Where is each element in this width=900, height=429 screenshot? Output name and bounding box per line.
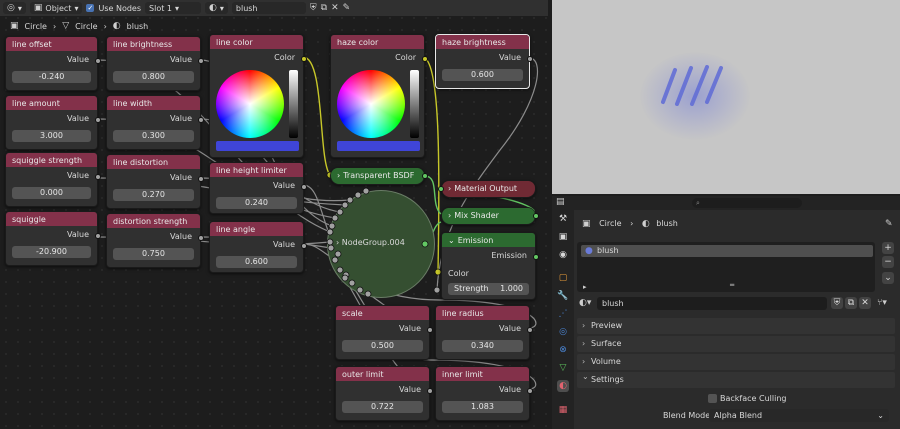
- pin-icon[interactable]: ✎: [885, 219, 893, 229]
- emission-node[interactable]: ⌄ Emission Emission Color Strength 1.000: [441, 232, 539, 300]
- transparent-bsdf-node[interactable]: › Transparent BSDF: [330, 167, 428, 185]
- inner-limit-value[interactable]: 1.083: [442, 401, 523, 413]
- node-editor[interactable]: ◎ ▾ ▣ Object ▾ ✓ Use Nodes Slot 1 ▾ ◐ ▾ blush…: [0, 0, 548, 429]
- material-browse-icon[interactable]: ◐▾: [579, 298, 591, 308]
- properties-breadcrumb: ▣ Circle › ◐ blush: [582, 219, 678, 229]
- tool-tab-icon[interactable]: ⚒: [557, 213, 569, 225]
- blend-mode-label: Blend Mode: [663, 411, 711, 420]
- remove-slot-button[interactable]: −: [882, 256, 894, 268]
- expand-arrow-icon[interactable]: ▸: [583, 283, 587, 291]
- settings-section[interactable]: Settings: [577, 369, 895, 388]
- properties-search[interactable]: ⌕: [692, 198, 802, 208]
- render-tab-icon[interactable]: ▣: [557, 231, 569, 243]
- shader-output-socket[interactable]: [533, 213, 539, 219]
- outer-limit-value[interactable]: 0.722: [342, 401, 423, 413]
- volume-section[interactable]: Volume: [577, 354, 895, 370]
- line-radius-node[interactable]: line radius Value 0.340: [435, 305, 533, 360]
- material-slot-item[interactable]: ● blush: [581, 245, 873, 257]
- material-output-node[interactable]: › Material Output: [438, 180, 536, 198]
- material-sphere-icon: ◐: [641, 219, 650, 229]
- output-socket[interactable]: [527, 327, 533, 333]
- inner-limit-node[interactable]: inner limit Value 1.083: [435, 366, 533, 421]
- scale-value[interactable]: 0.500: [342, 340, 423, 352]
- mix-shader-node[interactable]: › Mix Shader: [441, 207, 539, 225]
- chevron-down-icon: ⌄: [877, 411, 884, 420]
- texture-tab-icon[interactable]: ▦: [557, 404, 569, 416]
- material-name-field[interactable]: blush: [597, 297, 827, 310]
- backface-culling-checkbox[interactable]: [708, 394, 717, 403]
- scale-node[interactable]: scale Value 0.500: [335, 305, 433, 360]
- backface-culling-label: Backface Culling: [720, 394, 787, 403]
- modifier-tab-icon[interactable]: 🔧: [557, 290, 569, 302]
- slot-specials-button[interactable]: ⌄: [882, 272, 894, 284]
- node-link-icon[interactable]: ⑂▾: [877, 298, 887, 308]
- properties-header: ▤ ⌕: [552, 196, 900, 210]
- resize-grip-icon[interactable]: ═: [730, 281, 734, 289]
- blush-strokes: [661, 65, 723, 106]
- surface-input-socket[interactable]: [438, 186, 444, 192]
- constraints-tab-icon[interactable]: ⊗: [557, 344, 569, 356]
- line-radius-value[interactable]: 0.340: [442, 340, 523, 352]
- world-tab-icon[interactable]: ◉: [557, 249, 569, 261]
- emission-output-socket[interactable]: [533, 254, 539, 260]
- properties-tabs: ⚒ ▣ ◉ ▢ 🔧 ⋰ ◎ ⊗ ▽ ◐ ▦: [552, 210, 574, 429]
- add-slot-button[interactable]: +: [882, 242, 894, 254]
- object-icon: ▣: [582, 219, 591, 229]
- object-tab-icon[interactable]: ▢: [557, 272, 569, 284]
- output-socket[interactable]: [427, 388, 433, 394]
- material-sphere-icon: ●: [585, 246, 593, 256]
- 3d-viewport[interactable]: [552, 0, 900, 194]
- emission-strength-field[interactable]: Strength 1.000: [448, 283, 529, 295]
- output-socket[interactable]: [527, 388, 533, 394]
- material-tab-icon[interactable]: ◐: [557, 380, 569, 392]
- preview-section[interactable]: Preview: [577, 318, 895, 334]
- duplicate-icon[interactable]: ⧉: [845, 297, 857, 309]
- blend-mode-dropdown[interactable]: Alpha Blend ⌄: [709, 409, 889, 422]
- output-socket[interactable]: [427, 327, 433, 333]
- fake-user-shield-icon[interactable]: ⛨: [831, 297, 843, 309]
- physics-tab-icon[interactable]: ◎: [557, 326, 569, 338]
- bsdf-output-socket[interactable]: [422, 173, 428, 179]
- outer-limit-node[interactable]: outer limit Value 0.722: [335, 366, 433, 421]
- mesh-data-tab-icon[interactable]: ▽: [557, 362, 569, 374]
- particles-tab-icon[interactable]: ⋰: [557, 308, 569, 320]
- close-icon[interactable]: ✕: [859, 297, 871, 309]
- editor-type-icon[interactable]: ▤: [556, 197, 565, 207]
- surface-section[interactable]: Surface: [577, 336, 895, 352]
